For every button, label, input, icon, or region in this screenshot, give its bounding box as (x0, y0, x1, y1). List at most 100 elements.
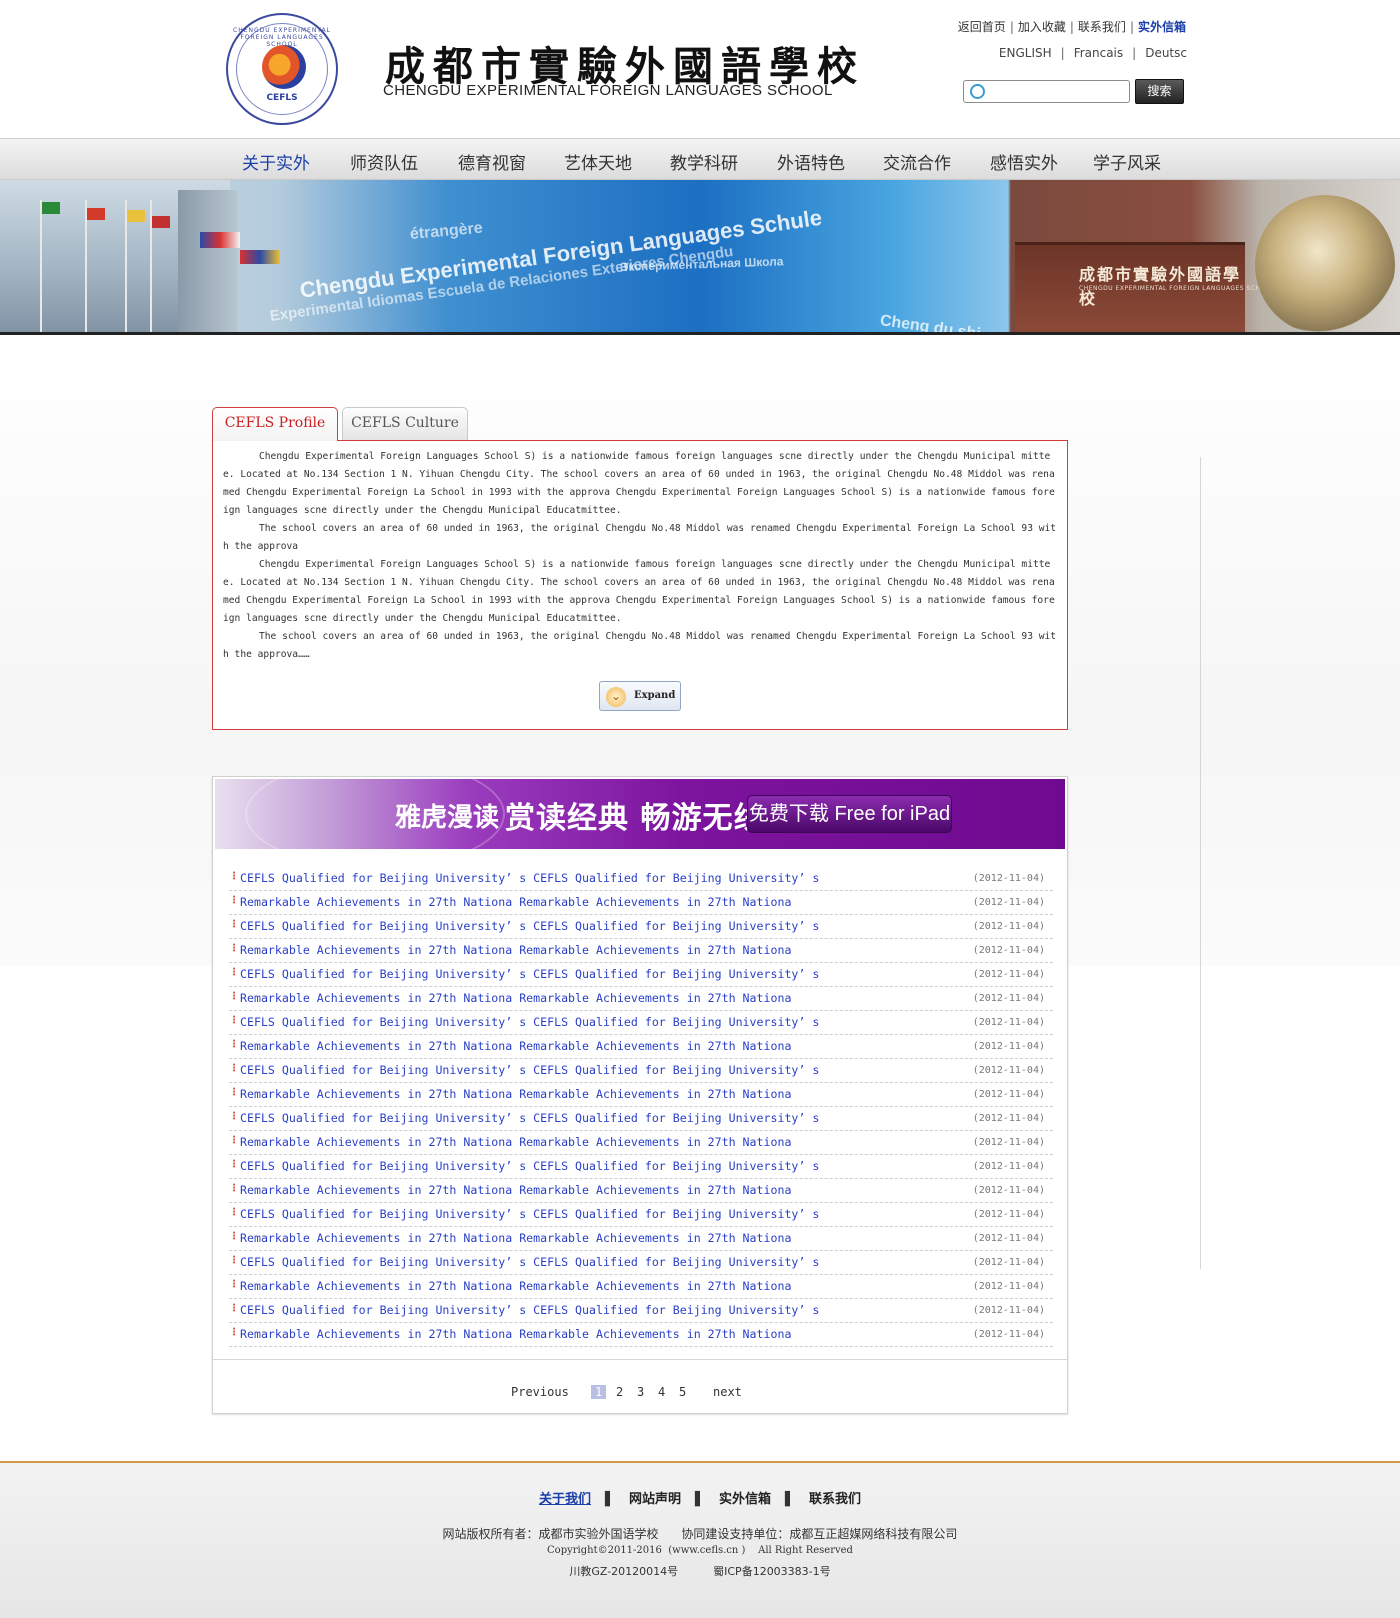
news-date: (2012-11-04) (972, 945, 1045, 956)
news-list-item[interactable]: ⋮ CEFLS Qualified for Beijing University’… (229, 1059, 1053, 1083)
news-title-link[interactable]: Remarkable Achievements in 27th Nationa … (240, 1039, 791, 1053)
bullet-icon: ⋮ (229, 895, 239, 906)
footer-link-about[interactable]: 关于我们 (539, 1492, 591, 1507)
news-list-item[interactable]: ⋮ CEFLS Qualified for Beijing University’… (229, 963, 1053, 987)
news-date: (2012-11-04) (972, 1305, 1045, 1316)
nav-item-about[interactable]: 关于实外 (242, 149, 310, 174)
news-title-link[interactable]: CEFLS Qualified for Beijing University’ … (240, 1255, 819, 1269)
search-button[interactable]: 搜索 (1135, 79, 1184, 104)
news-title-link[interactable]: Remarkable Achievements in 27th Nationa … (240, 991, 791, 1005)
main-nav: 关于实外 师资队伍 德育视窗 艺体天地 教学科研 外语特色 交流合作 感悟实外 … (0, 138, 1400, 180)
ad-banner[interactable]: 雅虎漫读 赏读经典 畅游无线 免费下载 Free for iPad (215, 779, 1065, 849)
news-list-item[interactable]: ⋮ CEFLS Qualified for Beijing University’… (229, 915, 1053, 939)
news-title-link[interactable]: CEFLS Qualified for Beijing University’ … (240, 1207, 819, 1221)
school-logo[interactable]: CHENGDU EXPERIMENTAL FOREIGN LANGUAGES S… (226, 13, 338, 125)
footer-link-mailbox[interactable]: 实外信箱 (719, 1492, 771, 1507)
news-date: (2012-11-04) (972, 1089, 1045, 1100)
search-input[interactable] (990, 83, 1125, 100)
expand-button[interactable]: ⌄ Expand (599, 681, 681, 711)
divider: ▌ (604, 1492, 615, 1507)
search-icon (970, 84, 985, 99)
pager-page-2[interactable]: 2 (616, 1385, 623, 1399)
news-list-item[interactable]: ⋮ CEFLS Qualified for Beijing University’… (229, 1251, 1053, 1275)
pager-page-3[interactable]: 3 (637, 1385, 644, 1399)
site-footer: 关于我们 ▌ 网站声明 ▌ 实外信箱 ▌ 联系我们 网站版权所有者：成都市实验外国语学校 协… (0, 1461, 1400, 1618)
lang-link-french[interactable]: Francais (1074, 46, 1123, 60)
news-title-link[interactable]: CEFLS Qualified for Beijing University’ … (240, 1303, 819, 1317)
news-list-item[interactable]: ⋮ CEFLS Qualified for Beijing University’… (229, 1203, 1053, 1227)
news-list-item[interactable]: ⋮ Remarkable Achievements in 27th Nationa… (229, 1131, 1053, 1155)
news-date: (2012-11-04) (972, 1113, 1045, 1124)
nav-item-faculty[interactable]: 师资队伍 (350, 149, 418, 174)
news-list-item[interactable]: ⋮ CEFLS Qualified for Beijing University’… (229, 1299, 1053, 1323)
nav-item-reflections[interactable]: 感悟实外 (990, 149, 1058, 174)
news-list-item[interactable]: ⋮ CEFLS Qualified for Beijing University’… (229, 1011, 1053, 1035)
news-list-item[interactable]: ⋮ Remarkable Achievements in 27th Nationa… (229, 1227, 1053, 1251)
pager-page-1[interactable]: 1 (591, 1385, 607, 1399)
nav-item-arts-sports[interactable]: 艺体天地 (564, 149, 632, 174)
news-list-item[interactable]: ⋮ Remarkable Achievements in 27th Nationa… (229, 891, 1053, 915)
nav-item-exchange[interactable]: 交流合作 (883, 149, 951, 174)
bullet-icon: ⋮ (229, 919, 239, 930)
nav-item-foreign-languages[interactable]: 外语特色 (777, 149, 845, 174)
bullet-icon: ⋮ (229, 1087, 239, 1098)
nav-item-student-style[interactable]: 学子风采 (1093, 149, 1161, 174)
news-list-item[interactable]: ⋮ CEFLS Qualified for Beijing University’… (229, 867, 1053, 891)
news-title-link[interactable]: CEFLS Qualified for Beijing University’ … (240, 1159, 819, 1173)
news-date: (2012-11-04) (972, 1185, 1045, 1196)
news-date: (2012-11-04) (972, 921, 1045, 932)
nav-item-moral-education[interactable]: 德育视窗 (458, 149, 526, 174)
footer-owner: 网站版权所有者：成都市实验外国语学校 协同建设支持单位：成都互正超媒网络科技有限… (442, 1527, 958, 1541)
news-list-item[interactable]: ⋮ Remarkable Achievements in 27th Nationa… (229, 1035, 1053, 1059)
lang-link-german[interactable]: Deutsc (1145, 46, 1187, 60)
news-list-item[interactable]: ⋮ Remarkable Achievements in 27th Nationa… (229, 987, 1053, 1011)
footer-link-contact[interactable]: 联系我们 (809, 1492, 861, 1507)
bullet-icon: ⋮ (229, 1063, 239, 1074)
news-list-item[interactable]: ⋮ Remarkable Achievements in 27th Nationa… (229, 1083, 1053, 1107)
top-link-home[interactable]: 返回首页 (958, 20, 1006, 34)
news-list-item[interactable]: ⋮ Remarkable Achievements in 27th Nationa… (229, 1323, 1053, 1347)
news-title-link[interactable]: Remarkable Achievements in 27th Nationa … (240, 943, 791, 957)
news-list-item[interactable]: ⋮ CEFLS Qualified for Beijing University’… (229, 1107, 1053, 1131)
news-title-link[interactable]: Remarkable Achievements in 27th Nationa … (240, 1327, 791, 1341)
bullet-icon: ⋮ (229, 1255, 239, 1266)
news-title-link[interactable]: CEFLS Qualified for Beijing University’ … (240, 919, 819, 933)
news-title-link[interactable]: CEFLS Qualified for Beijing University’ … (240, 1111, 819, 1125)
pager-page-4[interactable]: 4 (658, 1385, 665, 1399)
news-title-link[interactable]: CEFLS Qualified for Beijing University’ … (240, 871, 819, 885)
divider: | (1009, 20, 1014, 34)
top-link-mailbox[interactable]: 实外信箱 (1138, 20, 1186, 34)
ad-brand: 雅虎漫读 (395, 803, 500, 833)
news-title-link[interactable]: CEFLS Qualified for Beijing University’ … (240, 1015, 819, 1029)
news-title-link[interactable]: Remarkable Achievements in 27th Nationa … (240, 1279, 791, 1293)
news-date: (2012-11-04) (972, 873, 1045, 884)
top-link-favorite[interactable]: 加入收藏 (1018, 20, 1066, 34)
divider: ▌ (785, 1492, 796, 1507)
news-title-link[interactable]: CEFLS Qualified for Beijing University’ … (240, 967, 819, 981)
pager-page-5[interactable]: 5 (679, 1385, 686, 1399)
language-links: ENGLISH | Francais | Deutsc (999, 46, 1187, 60)
logo-tag: CEFLS (266, 93, 298, 103)
news-title-link[interactable]: Remarkable Achievements in 27th Nationa … (240, 1135, 791, 1149)
news-list-item[interactable]: ⋮ Remarkable Achievements in 27th Nationa… (229, 1179, 1053, 1203)
bullet-icon: ⋮ (229, 1207, 239, 1218)
pager-next[interactable]: next (713, 1385, 742, 1399)
footer-link-statement[interactable]: 网站声明 (629, 1492, 681, 1507)
tab-cefls-profile[interactable]: CEFLS Profile (212, 407, 338, 441)
news-title-link[interactable]: CEFLS Qualified for Beijing University’ … (240, 1063, 819, 1077)
news-title-link[interactable]: Remarkable Achievements in 27th Nationa … (240, 1087, 791, 1101)
tab-cefls-culture[interactable]: CEFLS Culture (342, 407, 468, 440)
news-title-link[interactable]: Remarkable Achievements in 27th Nationa … (240, 1231, 791, 1245)
news-title-link[interactable]: Remarkable Achievements in 27th Nationa … (240, 1183, 791, 1197)
pager-previous[interactable]: Previous (511, 1385, 569, 1399)
news-date: (2012-11-04) (972, 1041, 1045, 1052)
lang-link-english[interactable]: ENGLISH (999, 46, 1052, 60)
nav-item-teaching-research[interactable]: 教学科研 (670, 149, 738, 174)
news-title-link[interactable]: Remarkable Achievements in 27th Nationa … (240, 895, 791, 909)
news-list-item[interactable]: ⋮ Remarkable Achievements in 27th Nationa… (229, 1275, 1053, 1299)
bullet-icon: ⋮ (229, 1159, 239, 1170)
top-link-contact[interactable]: 联系我们 (1078, 20, 1126, 34)
news-list-item[interactable]: ⋮ CEFLS Qualified for Beijing University’… (229, 1155, 1053, 1179)
ad-download-button[interactable]: 免费下载 Free for iPad (747, 795, 952, 833)
news-list-item[interactable]: ⋮ Remarkable Achievements in 27th Nationa… (229, 939, 1053, 963)
